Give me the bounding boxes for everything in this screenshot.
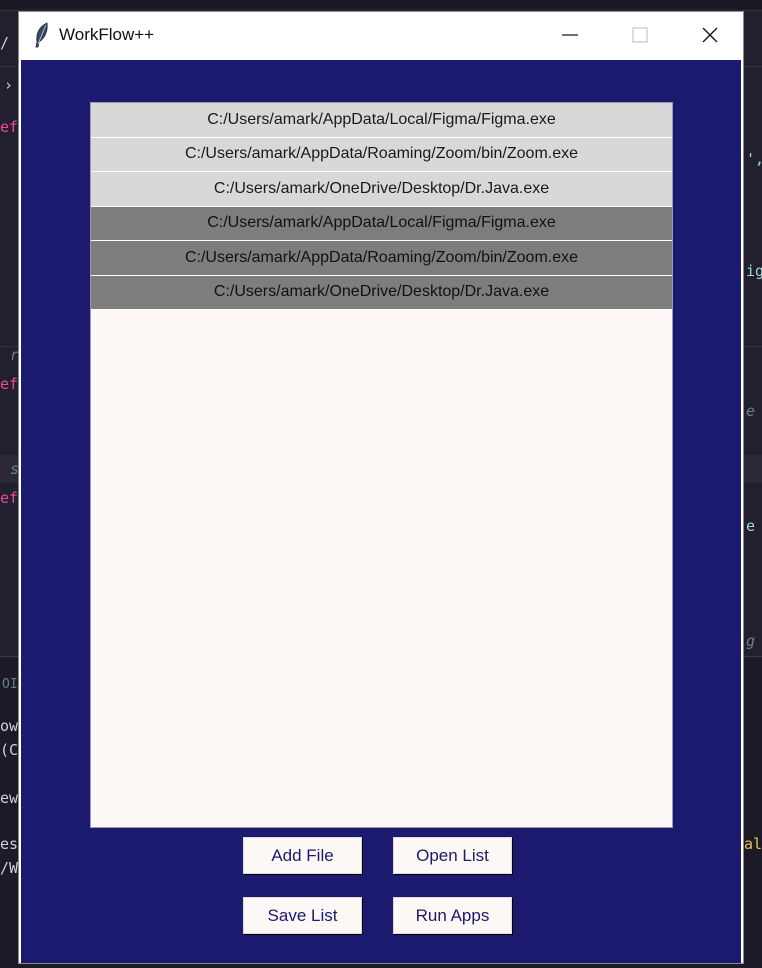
background-text: › xyxy=(4,76,14,94)
list-item[interactable]: C:/Users/amark/OneDrive/Desktop/Dr.Java.… xyxy=(91,275,672,310)
maximize-icon xyxy=(632,27,648,43)
file-listbox[interactable]: C:/Users/amark/AppData/Local/Figma/Figma… xyxy=(90,102,673,828)
feather-icon xyxy=(35,22,48,48)
maximize-button[interactable] xyxy=(605,12,675,58)
list-item[interactable]: C:/Users/amark/AppData/Roaming/Zoom/bin/… xyxy=(91,137,672,172)
close-button[interactable] xyxy=(675,12,745,58)
background-text: ef xyxy=(0,118,19,136)
add-file-button[interactable]: Add File xyxy=(243,837,362,874)
background-text: OI xyxy=(2,677,18,692)
background-text: ef xyxy=(0,489,19,507)
minimize-icon xyxy=(562,34,578,36)
list-item[interactable]: C:/Users/amark/AppData/Local/Figma/Figma… xyxy=(91,206,672,241)
background-text: ig xyxy=(746,262,762,280)
background-text: / xyxy=(0,34,10,52)
app-client-area: C:/Users/amark/AppData/Local/Figma/Figma… xyxy=(21,60,741,963)
background-text: ef xyxy=(0,375,19,393)
background-text: ew xyxy=(0,789,19,807)
open-list-button[interactable]: Open List xyxy=(393,837,512,874)
run-apps-button[interactable]: Run Apps xyxy=(393,897,512,934)
list-item[interactable]: C:/Users/amark/AppData/Local/Figma/Figma… xyxy=(91,103,672,138)
background-text: /W xyxy=(0,859,19,877)
minimize-button[interactable] xyxy=(535,12,605,58)
close-icon xyxy=(702,27,718,43)
list-item[interactable]: C:/Users/amark/OneDrive/Desktop/Dr.Java.… xyxy=(91,172,672,207)
window-title: WorkFlow++ xyxy=(59,25,155,44)
background-text: ', xyxy=(746,150,762,168)
title-bar[interactable]: WorkFlow++ xyxy=(19,12,743,58)
background-text: e xyxy=(746,402,756,420)
background-text: e xyxy=(746,517,756,535)
background-text: (C xyxy=(0,741,19,759)
background-tabbar xyxy=(0,0,762,11)
list-item[interactable]: C:/Users/amark/AppData/Roaming/Zoom/bin/… xyxy=(91,241,672,276)
background-text: al xyxy=(744,835,762,853)
background-text: g xyxy=(746,632,756,650)
app-window: WorkFlow++ C:/Users/amark/AppData/Local/… xyxy=(18,11,744,964)
save-list-button[interactable]: Save List xyxy=(243,897,362,934)
